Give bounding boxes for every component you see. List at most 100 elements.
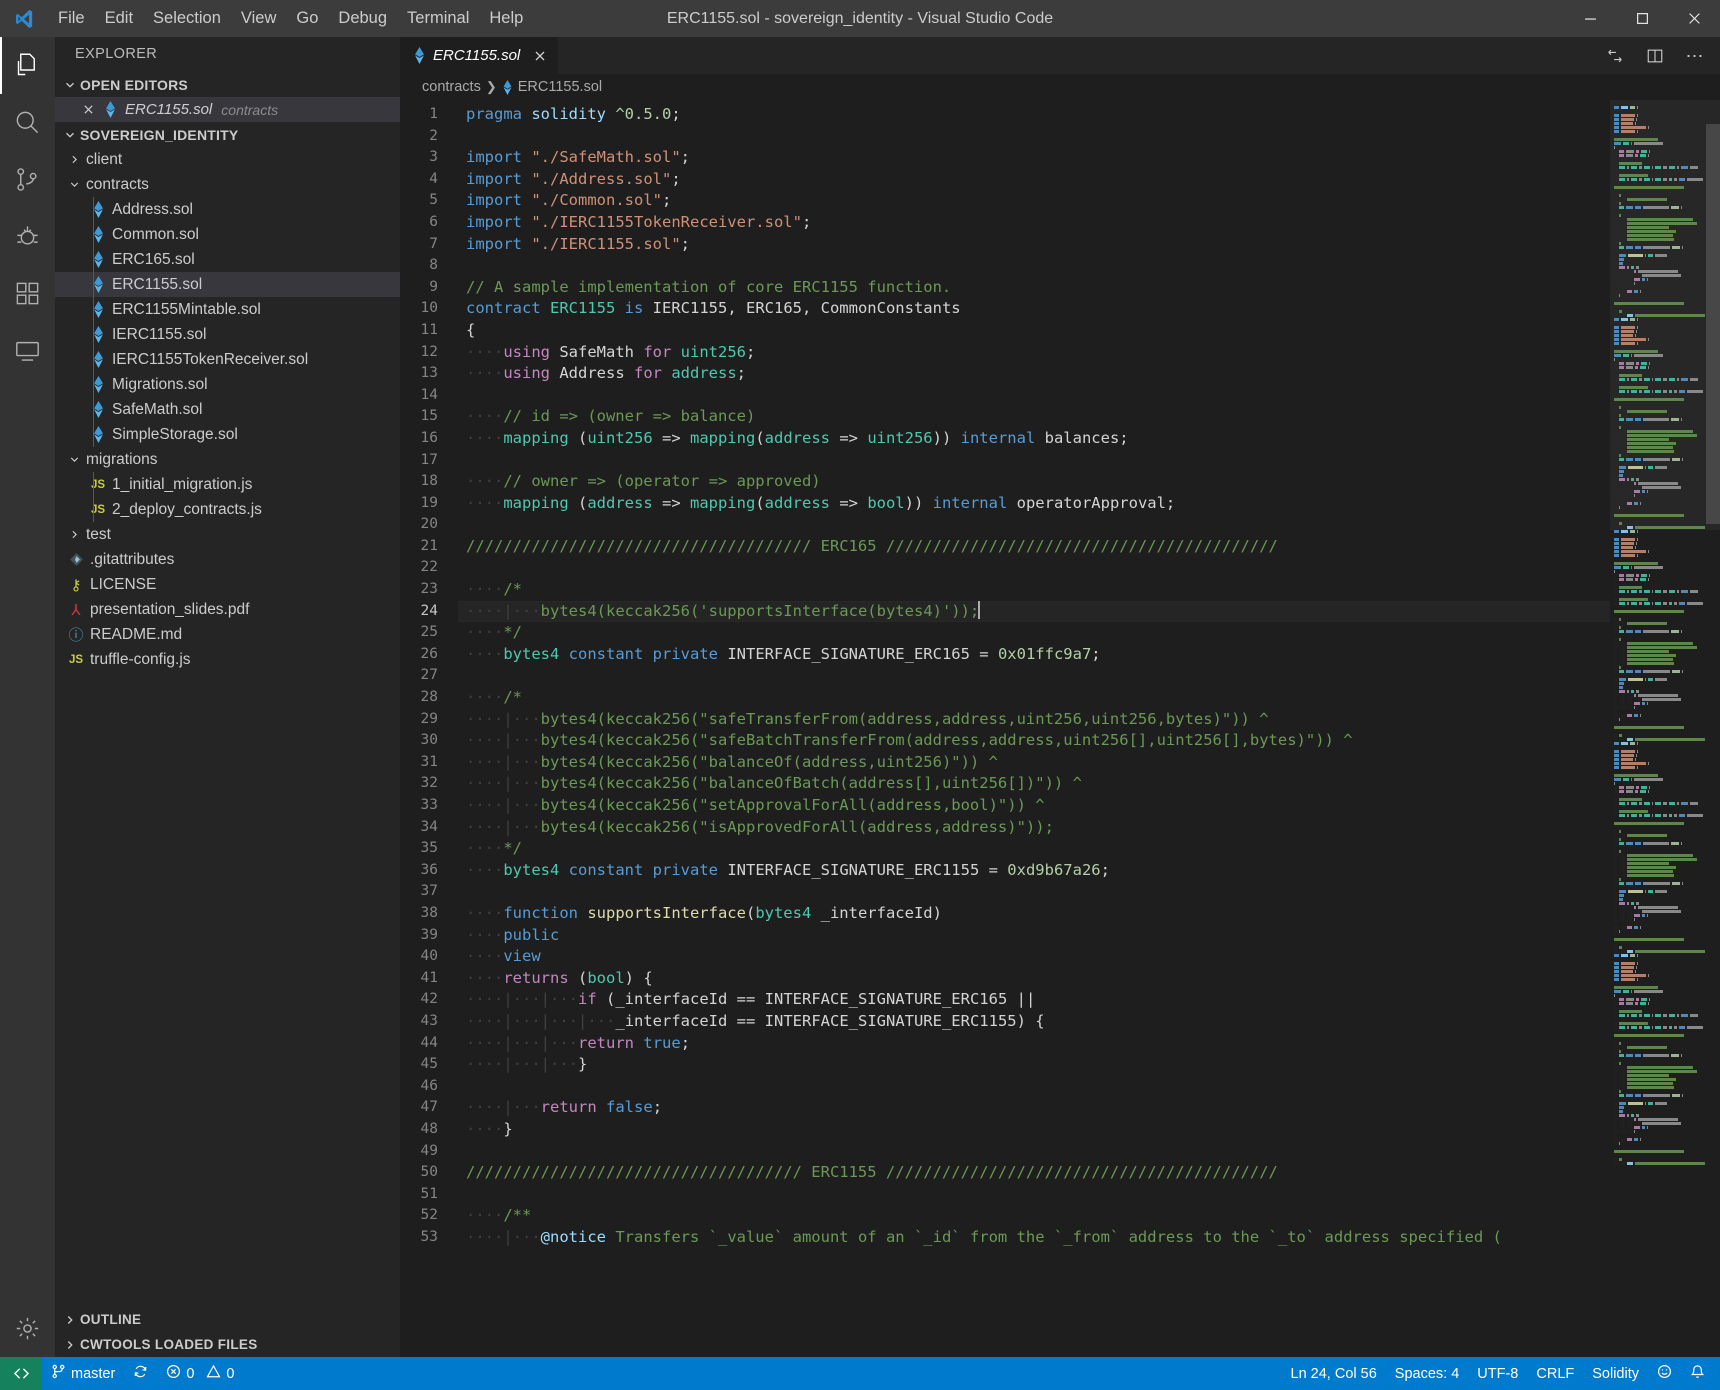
status-cursor-position[interactable]: Ln 24, Col 56 xyxy=(1282,1357,1386,1390)
status-problems[interactable]: 0 0 xyxy=(157,1357,243,1390)
code-line[interactable]: import "./IERC1155TokenReceiver.sol"; xyxy=(458,212,1610,234)
code-line[interactable]: ····*/ xyxy=(458,838,1610,860)
code-line[interactable]: ····} xyxy=(458,1119,1610,1141)
split-editor-icon[interactable] xyxy=(1644,45,1666,67)
tree-file-truffle-config-js[interactable]: JS truffle-config.js xyxy=(55,647,400,672)
code-line[interactable]: ····|···|···} xyxy=(458,1054,1610,1076)
vertical-scrollbar[interactable] xyxy=(1706,100,1720,1357)
open-editors-header[interactable]: OPEN EDITORS xyxy=(55,72,400,97)
code-content[interactable]: pragma solidity ^0.5.0; import "./SafeMa… xyxy=(458,100,1610,1357)
tree-folder-client[interactable]: client xyxy=(55,147,400,172)
code-line[interactable]: ····|···bytes4(keccak256("safeBatchTrans… xyxy=(458,730,1610,752)
code-line[interactable] xyxy=(458,126,1610,148)
code-line[interactable]: //////////////////////////////////// ERC… xyxy=(458,1162,1610,1184)
tree-folder-migrations[interactable]: migrations xyxy=(55,447,400,472)
code-line[interactable]: ····/** xyxy=(458,1205,1610,1227)
code-line[interactable] xyxy=(458,1184,1610,1206)
tree-file-simplestorage-sol[interactable]: SimpleStorage.sol xyxy=(55,422,400,447)
code-line[interactable]: import "./SafeMath.sol"; xyxy=(458,147,1610,169)
tree-file-ierc1155tokenreceiver-sol[interactable]: IERC1155TokenReceiver.sol xyxy=(55,347,400,372)
tree-folder-test[interactable]: test xyxy=(55,522,400,547)
status-sync[interactable] xyxy=(124,1357,157,1390)
tree-file-gitattributes[interactable]: .gitattributes xyxy=(55,547,400,572)
outline-section[interactable]: OUTLINE xyxy=(55,1307,400,1332)
code-line[interactable] xyxy=(458,881,1610,903)
split-editor-horizontal-icon[interactable] xyxy=(1604,45,1626,67)
tree-file-readme-md[interactable]: ⓘ README.md xyxy=(55,622,400,647)
code-line[interactable] xyxy=(458,1076,1610,1098)
menu-selection[interactable]: Selection xyxy=(143,0,231,37)
tree-folder-contracts[interactable]: contracts xyxy=(55,172,400,197)
code-line[interactable]: ····// owner => (operator => approved) xyxy=(458,471,1610,493)
tree-file-address-sol[interactable]: Address.sol xyxy=(55,197,400,222)
code-line[interactable]: ····|···bytes4(keccak256("safeTransferFr… xyxy=(458,709,1610,731)
code-line[interactable]: ····|···bytes4(keccak256("balanceOfBatch… xyxy=(458,773,1610,795)
code-line[interactable]: ····// id => (owner => balance) xyxy=(458,406,1610,428)
menu-debug[interactable]: Debug xyxy=(328,0,397,37)
tree-file-ierc1155-sol[interactable]: IERC1155.sol xyxy=(55,322,400,347)
code-line[interactable]: ····bytes4 constant private INTERFACE_SI… xyxy=(458,860,1610,882)
code-line[interactable]: ····using SafeMath for uint256; xyxy=(458,342,1610,364)
menu-go[interactable]: Go xyxy=(286,0,328,37)
maximize-button[interactable] xyxy=(1616,0,1668,37)
scrollbar-thumb[interactable] xyxy=(1706,124,1720,524)
code-line[interactable] xyxy=(458,450,1610,472)
menu-help[interactable]: Help xyxy=(479,0,533,37)
code-line[interactable]: ····|···@notice Transfers `_value` amoun… xyxy=(458,1227,1610,1249)
code-line[interactable]: import "./Address.sol"; xyxy=(458,169,1610,191)
activity-source-control[interactable] xyxy=(0,151,55,208)
code-line[interactable] xyxy=(458,665,1610,687)
tree-file-license[interactable]: ⚷ LICENSE xyxy=(55,572,400,597)
menu-terminal[interactable]: Terminal xyxy=(397,0,479,37)
tree-file-1-initial-migration-js[interactable]: JS 1_initial_migration.js xyxy=(55,472,400,497)
code-line[interactable] xyxy=(458,255,1610,277)
code-line[interactable]: ····|···bytes4(keccak256("setApprovalFor… xyxy=(458,795,1610,817)
tree-file-safemath-sol[interactable]: SafeMath.sol xyxy=(55,397,400,422)
menu-bar[interactable]: File Edit Selection View Go Debug Termin… xyxy=(48,0,533,37)
tree-file-migrations-sol[interactable]: Migrations.sol xyxy=(55,372,400,397)
code-line[interactable]: ····/* xyxy=(458,579,1610,601)
tree-file-erc1155-sol[interactable]: ERC1155.sol xyxy=(55,272,400,297)
status-encoding[interactable]: UTF-8 xyxy=(1468,1357,1527,1390)
code-line[interactable]: ····function supportsInterface(bytes4 _i… xyxy=(458,903,1610,925)
status-feedback[interactable] xyxy=(1648,1357,1681,1390)
code-line[interactable]: ····|···|···return true; xyxy=(458,1033,1610,1055)
breadcrumb-file[interactable]: ERC1155.sol xyxy=(502,79,602,95)
tree-file-2-deploy-contracts-js[interactable]: JS 2_deploy_contracts.js xyxy=(55,497,400,522)
code-line[interactable]: ····mapping (uint256 => mapping(address … xyxy=(458,428,1610,450)
code-line[interactable]: ///////////////////////////////////// ER… xyxy=(458,536,1610,558)
tree-file-presentation-slides-pdf[interactable]: ⅄ presentation_slides.pdf xyxy=(55,597,400,622)
code-line[interactable] xyxy=(458,514,1610,536)
activity-extensions[interactable] xyxy=(0,265,55,322)
code-line[interactable]: import "./Common.sol"; xyxy=(458,190,1610,212)
code-line[interactable]: ····|···return false; xyxy=(458,1097,1610,1119)
code-line[interactable]: ····using Address for address; xyxy=(458,363,1610,385)
window-controls[interactable] xyxy=(1564,0,1720,37)
open-editor-item[interactable]: ERC1155.sol contracts xyxy=(55,97,400,122)
activity-explorer[interactable] xyxy=(0,37,55,94)
close-button[interactable] xyxy=(1668,0,1720,37)
menu-edit[interactable]: Edit xyxy=(95,0,143,37)
status-notifications[interactable] xyxy=(1681,1357,1714,1390)
code-line[interactable]: ····*/ xyxy=(458,622,1610,644)
code-line[interactable]: // A sample implementation of core ERC11… xyxy=(458,277,1610,299)
tree-file-erc165-sol[interactable]: ERC165.sol xyxy=(55,247,400,272)
tree-file-erc1155mintable-sol[interactable]: ERC1155Mintable.sol xyxy=(55,297,400,322)
status-eol[interactable]: CRLF xyxy=(1527,1357,1583,1390)
code-line[interactable]: ····returns (bool) { xyxy=(458,968,1610,990)
code-line[interactable]: ····mapping (address => mapping(address … xyxy=(458,493,1610,515)
code-line[interactable]: ····|···|···|···_interfaceId == INTERFAC… xyxy=(458,1011,1610,1033)
code-line[interactable]: ····|···bytes4(keccak256("isApprovedForA… xyxy=(458,817,1610,839)
activity-debug[interactable] xyxy=(0,208,55,265)
close-tab-icon[interactable] xyxy=(534,50,546,62)
status-indentation[interactable]: Spaces: 4 xyxy=(1386,1357,1469,1390)
close-icon[interactable] xyxy=(77,104,99,115)
code-line[interactable]: ····view xyxy=(458,946,1610,968)
activity-remote-explorer[interactable] xyxy=(0,322,55,379)
activity-manage[interactable] xyxy=(0,1300,55,1357)
code-editor[interactable]: 1 2 3 4 5 6 7 8 9 10 11 12 13 14 15 16 17 18 19 20 21 22 23 24 2… xyxy=(400,100,1720,1357)
code-line[interactable]: ····/* xyxy=(458,687,1610,709)
code-line[interactable] xyxy=(458,557,1610,579)
code-line[interactable]: ····bytes4 constant private INTERFACE_SI… xyxy=(458,644,1610,666)
code-line[interactable]: ····|···bytes4(keccak256('supportsInterf… xyxy=(458,600,1610,623)
